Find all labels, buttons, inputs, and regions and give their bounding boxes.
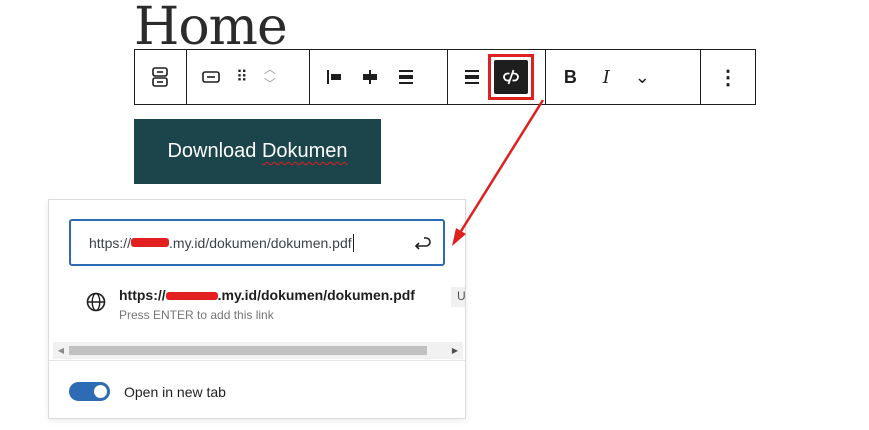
move-up-button[interactable]: ︿: [264, 62, 276, 77]
drag-icon: ⠿: [236, 69, 248, 86]
justify-left-icon: [326, 70, 341, 84]
suggestion-type-badge: U: [451, 287, 465, 307]
toolbar-group-width-link: [446, 49, 547, 105]
redaction-mark: [131, 238, 170, 247]
toggle-knob: [94, 385, 107, 398]
width-button[interactable]: [454, 59, 490, 95]
link-popover: https:// .my.id/dokumen/dokumen.pdf https…: [48, 199, 466, 419]
stack-icon: [464, 70, 479, 84]
justify-space-between-button[interactable]: [388, 59, 424, 95]
download-button-block[interactable]: Download Dokumen: [134, 119, 381, 184]
italic-button[interactable]: I: [588, 59, 624, 95]
justify-space-between-icon: [398, 70, 413, 84]
scrollbar-thumb[interactable]: [69, 346, 427, 355]
url-prefix: https://: [89, 234, 132, 251]
horizontal-scrollbar[interactable]: ◀ ▶: [53, 342, 463, 359]
toolbar-group-options: ⋮: [700, 49, 756, 105]
globe-icon: [86, 292, 106, 312]
annotation-arrow-line: [456, 99, 545, 237]
suggestion-hint: Press ENTER to add this link: [119, 308, 274, 322]
more-formats-button[interactable]: ⌄: [624, 59, 660, 95]
drag-handle[interactable]: ⠿: [229, 59, 255, 95]
text-caret: [352, 233, 354, 252]
open-new-tab-toggle[interactable]: [69, 382, 110, 401]
open-new-tab-label: Open in new tab: [124, 384, 226, 400]
button-text: Download Dokumen: [167, 140, 348, 162]
link-icon: [502, 69, 519, 85]
block-toolbar: ⠿ ︿ ﹀ B I ⌄ ⋮: [134, 49, 756, 105]
link-button-highlight: [487, 54, 534, 100]
scroll-left-icon[interactable]: ◀: [53, 342, 69, 359]
link-button[interactable]: [493, 60, 528, 94]
redaction-mark: [165, 292, 218, 301]
url-suffix: .my.id/dokumen/dokumen.pdf: [169, 234, 352, 251]
suggestion-title: https://.my.id/dokumen/dokumen.pdf: [119, 287, 415, 303]
toolbar-group-format: B I ⌄: [545, 49, 702, 105]
scroll-right-icon[interactable]: ▶: [447, 342, 463, 359]
toolbar-group-parent: [134, 49, 187, 105]
toolbar-group-align: [308, 49, 448, 105]
chevron-down-icon: ⌄: [634, 67, 650, 87]
link-suggestion[interactable]: https://.my.id/dokumen/dokumen.pdf Press…: [85, 287, 465, 327]
options-button[interactable]: ⋮: [710, 59, 746, 95]
buttons-block-icon: [152, 67, 169, 87]
misspelled-word: Dokumen: [261, 140, 348, 162]
url-input[interactable]: https:// .my.id/dokumen/dokumen.pdf: [69, 219, 445, 266]
more-vertical-icon: ⋮: [718, 66, 739, 89]
block-mover: ︿ ﹀: [255, 59, 285, 95]
move-down-button[interactable]: ﹀: [264, 77, 276, 92]
block-type-button[interactable]: [193, 59, 229, 95]
submit-link-icon[interactable]: [409, 232, 433, 256]
divider: [49, 360, 465, 361]
justify-center-icon: [362, 70, 377, 84]
toolbar-group-block: ⠿ ︿ ﹀: [185, 49, 310, 105]
bold-button[interactable]: B: [552, 59, 588, 95]
button-block-icon: [202, 71, 220, 83]
select-parent-button[interactable]: [142, 59, 178, 95]
justify-left-button[interactable]: [316, 59, 352, 95]
justify-center-button[interactable]: [352, 59, 388, 95]
